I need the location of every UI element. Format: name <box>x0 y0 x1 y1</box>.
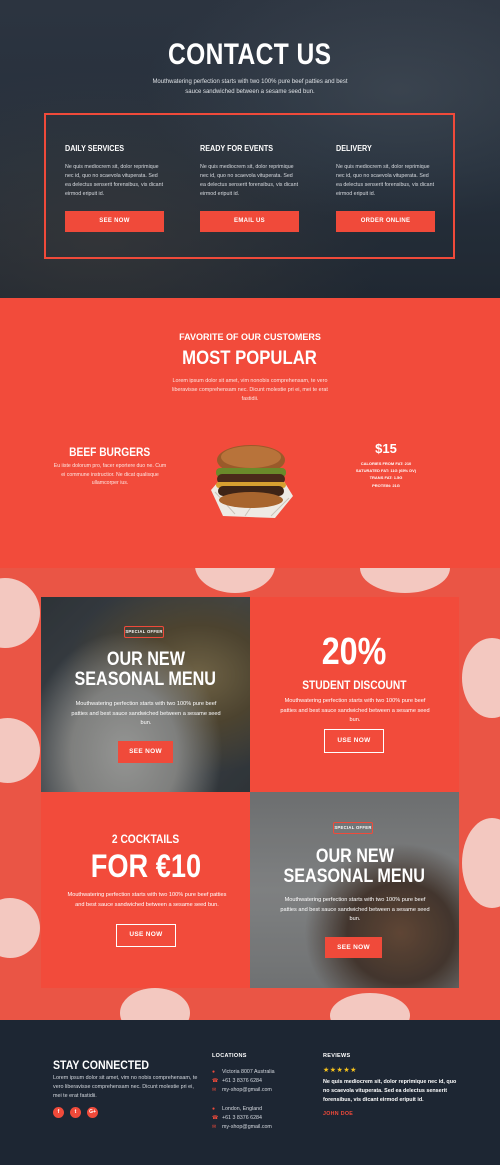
phone-icon: ☎ <box>212 1115 219 1122</box>
service-daily: DAILY SERVICES Ne quis mediocrem sit, do… <box>65 144 165 232</box>
hero-subtitle: Mouthwatering perfection starts with two… <box>152 79 348 95</box>
item-price: $15 <box>375 441 397 456</box>
nutrition-line: TRANS FAT: 1.5G <box>369 475 403 481</box>
phone-icon: ☎ <box>212 1078 219 1085</box>
student-discount-title: STUDENT DISCOUNT <box>302 678 407 692</box>
google-plus-icon[interactable]: G+ <box>87 1107 98 1118</box>
hero-title: CONTACT US <box>168 38 332 71</box>
seasonal-menu-title: OUR NEW SEASONAL MENU <box>74 649 217 690</box>
use-now-button[interactable]: USE NOW <box>324 729 384 753</box>
service-text: Ne quis mediocrem sit, dolor reprimique … <box>65 164 164 197</box>
item-name: BEEF BURGERS <box>69 445 151 459</box>
star-rating-icon: ★★★★★ <box>323 1067 357 1074</box>
cocktails-tile <box>41 792 250 988</box>
special-offer-badge: SPECIAL OFFER <box>333 822 373 834</box>
twitter-icon[interactable]: t <box>70 1107 81 1118</box>
review-text: Ne quis mediocrem sit, dolor reprimique … <box>323 1079 457 1103</box>
discount-percent: 20% <box>322 631 387 673</box>
service-title: DAILY SERVICES <box>65 144 125 153</box>
service-delivery: DELIVERY Ne quis mediocrem sit, dolor re… <box>336 144 436 232</box>
popular-kicker: FAVORITE OF OUR CUSTOMERS <box>179 332 321 342</box>
email-link[interactable]: my-shop@gmail.com <box>222 1087 272 1093</box>
item-nutrition: CALORIES FROM FAT: 210 SATURATED FAT: 11… <box>336 460 436 489</box>
email-icon: ✉ <box>212 1124 217 1131</box>
service-text: Ne quis mediocrem sit, dolor reprimique … <box>200 164 299 197</box>
review-author: JOHN DOE <box>323 1111 354 1117</box>
order-online-button[interactable]: ORDER ONLINE <box>336 211 435 232</box>
offer-description: Mouthwatering perfection starts with two… <box>280 698 430 723</box>
nutrition-line: CALORIES FROM FAT: 210 <box>360 461 412 466</box>
popular-description: Lorem ipsum dolor sit amet, vim nonobis … <box>172 378 328 402</box>
stay-connected-text: Lorem ipsum dolor sit amet, vim no nobis… <box>53 1075 198 1099</box>
stay-connected-title: STAY CONNECTED <box>53 1058 150 1072</box>
student-discount-tile <box>250 597 459 792</box>
email-icon: ✉ <box>212 1087 217 1094</box>
service-title: DELIVERY <box>336 144 372 153</box>
reviews-title: REVIEWS <box>323 1053 351 1059</box>
offer-description: Mouthwatering perfection starts with two… <box>280 897 430 922</box>
seasonal-menu-title: OUR NEW SEASONAL MENU <box>283 846 426 887</box>
email-link[interactable]: my-shop@gmail.com <box>222 1124 272 1130</box>
see-now-button[interactable]: SEE NOW <box>118 741 173 763</box>
locations-title: LOCATIONS <box>212 1053 247 1059</box>
map-pin-icon: ● <box>212 1069 216 1075</box>
see-now-button[interactable]: SEE NOW <box>65 211 164 232</box>
offer-description: Mouthwatering perfection starts with two… <box>67 892 227 908</box>
see-now-button[interactable]: SEE NOW <box>325 937 382 958</box>
special-offer-badge: SPECIAL OFFER <box>124 626 164 638</box>
burger-image <box>211 445 293 518</box>
service-text: Ne quis mediocrem sit, dolor reprimique … <box>336 164 435 197</box>
item-description: Eu iiste dolorum pro, facer eportere duo… <box>53 463 167 486</box>
facebook-icon[interactable]: f <box>53 1107 64 1118</box>
popular-title: MOST POPULAR <box>182 348 318 369</box>
use-now-button[interactable]: USE NOW <box>116 924 176 947</box>
location-group: ● London, England ☎ +61 3 8376 6284 ✉ my-sh… <box>212 1105 272 1133</box>
cocktails-price-title: FOR €10 <box>90 848 201 884</box>
service-title: READY FOR EVENTS <box>200 144 274 153</box>
email-us-button[interactable]: EMAIL US <box>200 211 299 232</box>
service-events: READY FOR EVENTS Ne quis mediocrem sit, … <box>200 144 300 232</box>
nutrition-line: PROTEIN: 21G <box>372 482 400 488</box>
location-group: ● Victoria 8007 Australia ☎ +61 3 8376 628… <box>212 1068 275 1096</box>
offer-description: Mouthwatering perfection starts with two… <box>71 701 221 726</box>
nutrition-line: SATURATED FAT: 11G (65% DV) <box>355 468 417 474</box>
cocktails-kicker: 2 COCKTAILS <box>111 832 180 846</box>
map-pin-icon: ● <box>212 1106 216 1112</box>
